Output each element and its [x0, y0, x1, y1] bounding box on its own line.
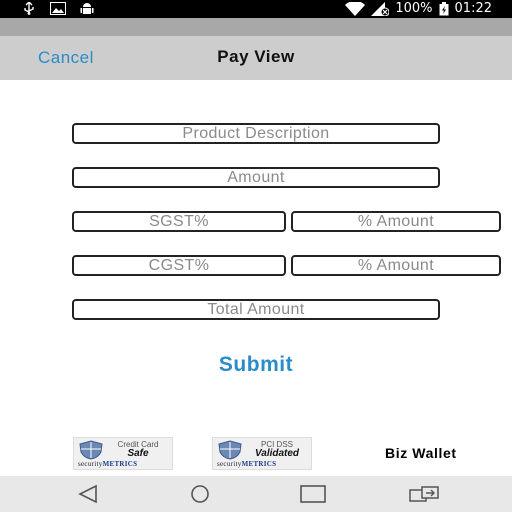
- status-bar: 100% 01:22: [0, 0, 512, 18]
- sgst-percent-field[interactable]: [72, 211, 286, 232]
- product-description-field[interactable]: [72, 123, 440, 144]
- badge-line2: Safe: [127, 448, 149, 459]
- cgst-amount-input[interactable]: [293, 257, 499, 274]
- badge-line2: Validated: [254, 448, 300, 459]
- top-band: [0, 18, 512, 36]
- battery-icon: [439, 1, 449, 16]
- status-left: [22, 2, 94, 15]
- amount-input[interactable]: [74, 169, 438, 186]
- cgst-percent-field[interactable]: [72, 255, 286, 276]
- badge-brand: securityMETRICS: [217, 460, 277, 468]
- back-icon[interactable]: [76, 484, 100, 509]
- status-right: 100% 01:22: [345, 1, 492, 16]
- total-amount-input[interactable]: [74, 301, 438, 318]
- sgst-amount-field[interactable]: [291, 211, 501, 232]
- page-title: Pay View: [217, 47, 295, 66]
- battery-percent: 100%: [395, 1, 433, 16]
- sgst-amount-input[interactable]: [293, 213, 499, 230]
- recent-apps-icon[interactable]: [299, 484, 327, 509]
- badge-brand: securityMETRICS: [78, 460, 138, 468]
- submit-button[interactable]: Submit: [0, 353, 512, 377]
- image-icon: [50, 2, 66, 15]
- home-icon[interactable]: [186, 484, 214, 509]
- clock: 01:22: [454, 1, 492, 16]
- wifi-icon: [345, 1, 366, 16]
- brand-name: Biz Wallet: [385, 445, 457, 461]
- nav-bar: Cancel Pay View: [0, 36, 512, 80]
- sgst-percent-input[interactable]: [74, 213, 284, 230]
- usb-icon: [22, 2, 36, 15]
- total-amount-field[interactable]: [72, 299, 440, 320]
- switch-sim-icon[interactable]: [407, 484, 443, 509]
- signal-icon: [371, 1, 390, 16]
- amount-field[interactable]: [72, 167, 440, 188]
- credit-card-safe-badge: Credit Card Safe securityMETRICS: [73, 437, 173, 470]
- system-nav-bar: [0, 476, 512, 512]
- product-description-input[interactable]: [74, 125, 438, 142]
- cgst-amount-field[interactable]: [291, 255, 501, 276]
- app-screen: 100% 01:22 Cancel Pay View Submit: [0, 0, 512, 512]
- cgst-percent-input[interactable]: [74, 257, 284, 274]
- android-icon: [80, 2, 94, 15]
- pci-dss-validated-badge: PCI DSS Validated securityMETRICS: [212, 437, 312, 470]
